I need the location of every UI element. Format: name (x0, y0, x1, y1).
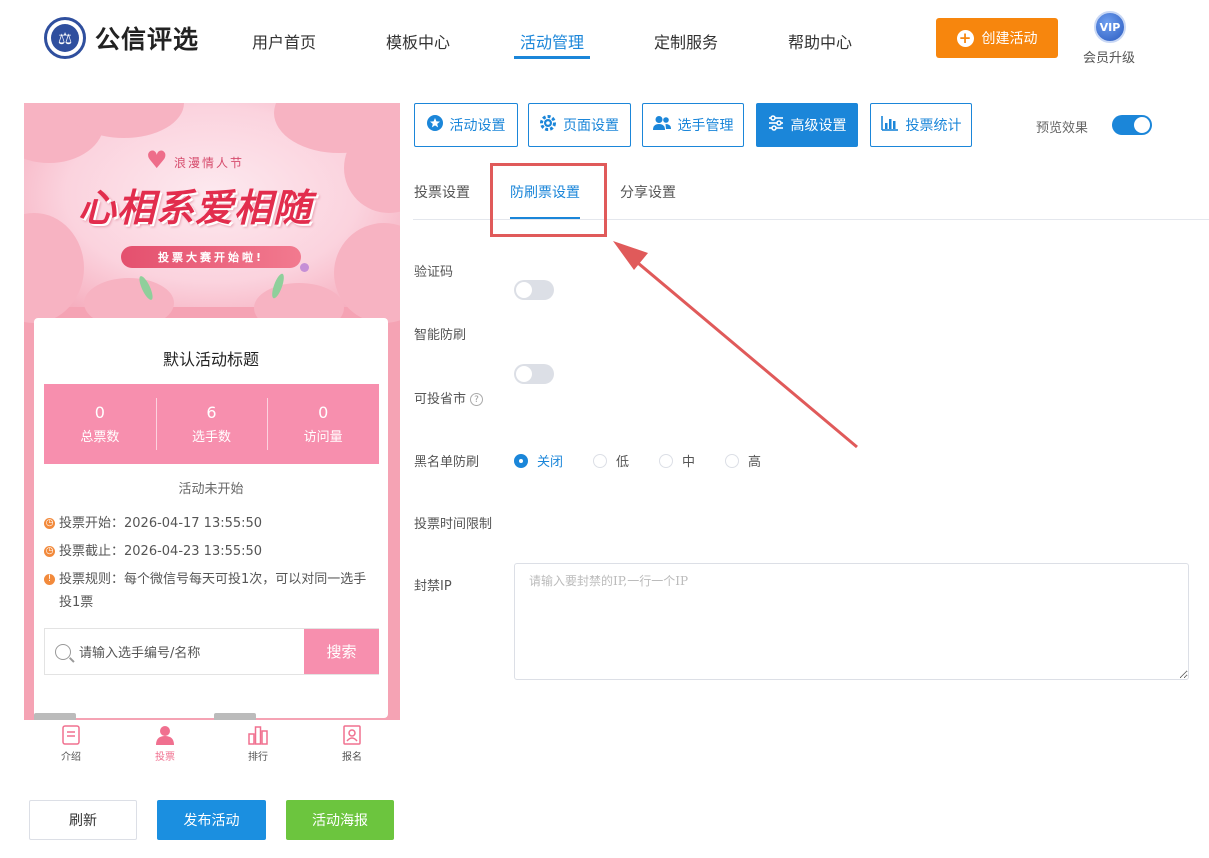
stat-total-votes: 0 总票数 (80, 403, 120, 445)
activity-card: 默认活动标题 0 总票数 6 选手数 0 访问量 活动未开始 ◷ 投票开始：2026-0… (34, 318, 388, 718)
vote-stats-button[interactable]: 投票统计 (870, 103, 972, 147)
document-icon (61, 724, 81, 746)
tab-ranking[interactable]: 排行 (211, 724, 305, 763)
bar-chart-icon (880, 115, 899, 135)
sliders-icon (768, 115, 784, 135)
preview-effect-toggle[interactable] (1112, 115, 1152, 135)
tab-share-settings[interactable]: 分享设置 (620, 182, 676, 202)
tab-vote-settings[interactable]: 投票设置 (414, 182, 470, 202)
nav-home[interactable]: 用户首页 (252, 29, 316, 53)
id-card-icon (342, 724, 362, 746)
tab-intro[interactable]: 介绍 (24, 724, 118, 763)
advanced-settings-button[interactable]: 高级设置 (756, 103, 858, 147)
vote-start: ◷ 投票开始：2026-04-17 13:55:50 (44, 516, 263, 531)
user-icon (155, 724, 175, 746)
stat-visits: 0 访问量 (267, 384, 379, 464)
create-activity-label: 创建活动 (981, 31, 1038, 47)
scales-logo-icon: ⚖ (44, 17, 86, 59)
block-ip-textarea[interactable] (514, 563, 1189, 680)
refresh-button[interactable]: 刷新 (29, 800, 137, 840)
ranking-icon (248, 724, 268, 746)
tab-vote[interactable]: 投票 (118, 724, 212, 763)
search-button[interactable]: 搜索 (304, 629, 379, 674)
help-icon[interactable]: ? (470, 393, 484, 406)
player-tag (214, 713, 256, 720)
player-management-button[interactable]: 选手管理 (642, 103, 744, 147)
player-search: 请输入选手编号/名称 搜索 (44, 628, 379, 675)
nav-custom-service[interactable]: 定制服务 (654, 29, 718, 53)
publish-button[interactable]: 发布活动 (157, 800, 266, 840)
gear-icon (540, 115, 556, 135)
annotation-highlight-box (490, 163, 607, 237)
search-placeholder: 请输入选手编号/名称 (79, 646, 201, 661)
block-ip-label: 封禁IP (414, 579, 452, 594)
vote-rules: ! 投票规则：每个微信号每天可投1次，可以对同一选手投1票 (44, 568, 374, 614)
player-tag (34, 713, 76, 720)
alert-icon: ! (44, 574, 55, 585)
activity-status: 活动未开始 (178, 482, 244, 497)
allowed-region-label: 可投省市? (414, 388, 484, 407)
radio-high[interactable]: 高 (725, 451, 761, 470)
star-icon (426, 115, 443, 135)
logo-text: 公信评选 (95, 25, 200, 54)
vip-icon[interactable]: VIP (1094, 11, 1126, 43)
banner-pill: 投票大赛开始啦! (121, 246, 301, 268)
clock-icon: ◷ (44, 518, 55, 529)
mobile-preview: ♥ 浪漫情人节 心相系爱相随 投票大赛开始啦! 默认活动标题 0 总票数 6 选手数… (24, 103, 400, 720)
preview-effect-label: 预览效果 (1036, 121, 1089, 136)
nav-active-indicator (514, 56, 590, 59)
activity-title: 默认活动标题 (162, 350, 259, 369)
flower-decoration (300, 263, 309, 272)
plus-icon: + (956, 29, 974, 47)
banner: ♥ 浪漫情人节 心相系爱相随 投票大赛开始啦! (24, 103, 400, 333)
heart-icon: ♥ (146, 146, 168, 174)
vip-upgrade-link[interactable]: 会员升级 (1083, 47, 1135, 66)
nav-activity-management[interactable]: 活动管理 (520, 29, 584, 53)
blacklist-label: 黑名单防刷 (414, 455, 480, 470)
banner-subtitle: 浪漫情人节 (174, 156, 245, 170)
captcha-label: 验证码 (414, 265, 454, 280)
poster-button[interactable]: 活动海报 (286, 800, 394, 840)
captcha-toggle[interactable] (514, 280, 554, 300)
search-icon (55, 643, 71, 660)
radio-medium[interactable]: 中 (659, 451, 695, 470)
smart-anti-fraud-label: 智能防刷 (414, 328, 467, 343)
stat-players: 6 选手数 (155, 384, 268, 464)
banner-title: 心相系爱相随 (78, 186, 313, 230)
clock-icon: ◷ (44, 546, 55, 557)
search-input[interactable]: 请输入选手编号/名称 (45, 629, 304, 674)
radio-low[interactable]: 低 (593, 451, 629, 470)
nav-help[interactable]: 帮助中心 (788, 29, 852, 53)
stats-panel: 0 总票数 6 选手数 0 访问量 (44, 384, 379, 464)
create-activity-button[interactable]: + 创建活动 (936, 18, 1058, 58)
page-settings-button[interactable]: 页面设置 (528, 103, 631, 147)
vote-time-limit-label: 投票时间限制 (414, 517, 493, 532)
nav-templates[interactable]: 模板中心 (386, 29, 450, 53)
blacklist-level-radio-group: 关闭 低 中 高 (514, 451, 791, 470)
activity-settings-button[interactable]: 活动设置 (414, 103, 518, 147)
tab-signup[interactable]: 报名 (305, 724, 399, 763)
vote-end: ◷ 投票截止：2026-04-23 13:55:50 (44, 544, 263, 559)
users-icon (652, 115, 671, 135)
radio-off[interactable]: 关闭 (514, 451, 563, 470)
logo[interactable]: ⚖ 公信评选 (44, 17, 199, 59)
smart-anti-fraud-toggle[interactable] (514, 364, 554, 384)
